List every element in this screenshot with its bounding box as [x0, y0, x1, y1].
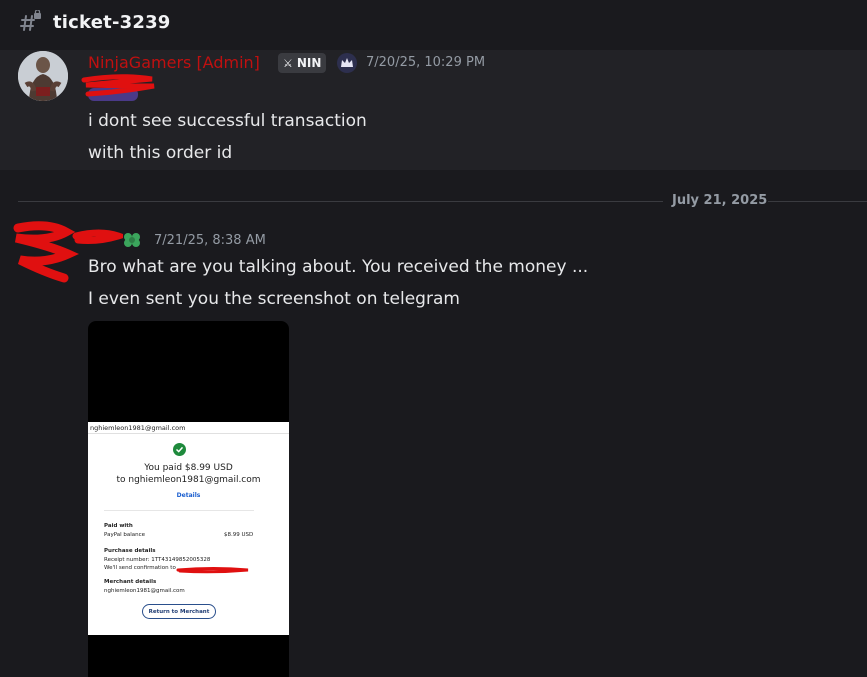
- clover-icon: [121, 230, 143, 254]
- receipt-email: nghiemleon1981@gmail.com: [90, 424, 186, 432]
- message-text: I even sent you the screenshot on telegr…: [88, 289, 460, 309]
- timestamp: 7/21/25, 8:38 AM: [154, 233, 266, 248]
- receipt-screenshot: nghiemleon1981@gmail.com You paid $8.99 …: [88, 422, 289, 635]
- channel-title: ticket-3239: [53, 11, 171, 33]
- receipt-number: Receipt number: 1TT43149852005328: [104, 557, 211, 563]
- receipt-paid: You paid $8.99 USD: [144, 463, 233, 473]
- return-to-merchant-button: Return to Merchant: [142, 604, 216, 619]
- merchant-email: nghiemleon1981@gmail.com: [104, 588, 185, 594]
- hash-lock-icon: [18, 9, 44, 35]
- server-tag-label: NIN: [296, 56, 322, 70]
- receipt-details-link: Details: [176, 492, 201, 499]
- message-text: with this order id: [88, 143, 233, 163]
- redaction-scribble: [176, 567, 249, 574]
- message-text: Bro what are you talking about. You rece…: [88, 257, 589, 277]
- confirmation-text: We'll send confirmation to: [104, 565, 176, 571]
- avatar[interactable]: [18, 51, 68, 101]
- receipt-to: to nghiemleon1981@gmail.com: [116, 475, 261, 485]
- paid-with-method: PayPal balance: [104, 532, 146, 538]
- image-attachment[interactable]: nghiemleon1981@gmail.com You paid $8.99 …: [88, 321, 289, 677]
- merchant-details-label: Merchant details: [104, 579, 157, 585]
- date-divider-line: [768, 201, 867, 202]
- paid-with-amount: $8.99 USD: [224, 532, 254, 538]
- channel-header: ticket-3239: [0, 0, 867, 44]
- redaction-scribble: [81, 74, 155, 97]
- timestamp: 7/20/25, 10:29 PM: [366, 55, 486, 70]
- crown-icon: [337, 53, 357, 73]
- server-tag[interactable]: ⚔ NIN: [278, 53, 327, 73]
- check-circle-icon: [173, 443, 186, 456]
- date-divider-line: [18, 201, 663, 202]
- divider: [104, 510, 254, 511]
- message-text: i dont see successful transaction: [88, 111, 367, 131]
- author-name[interactable]: NinjaGamers [Admin]: [88, 53, 260, 72]
- purchase-details-label: Purchase details: [104, 548, 156, 554]
- paid-with-label: Paid with: [104, 523, 133, 529]
- sword-icon: ⚔: [283, 56, 293, 70]
- divider: [88, 433, 289, 434]
- date-divider: July 21, 2025: [672, 193, 768, 208]
